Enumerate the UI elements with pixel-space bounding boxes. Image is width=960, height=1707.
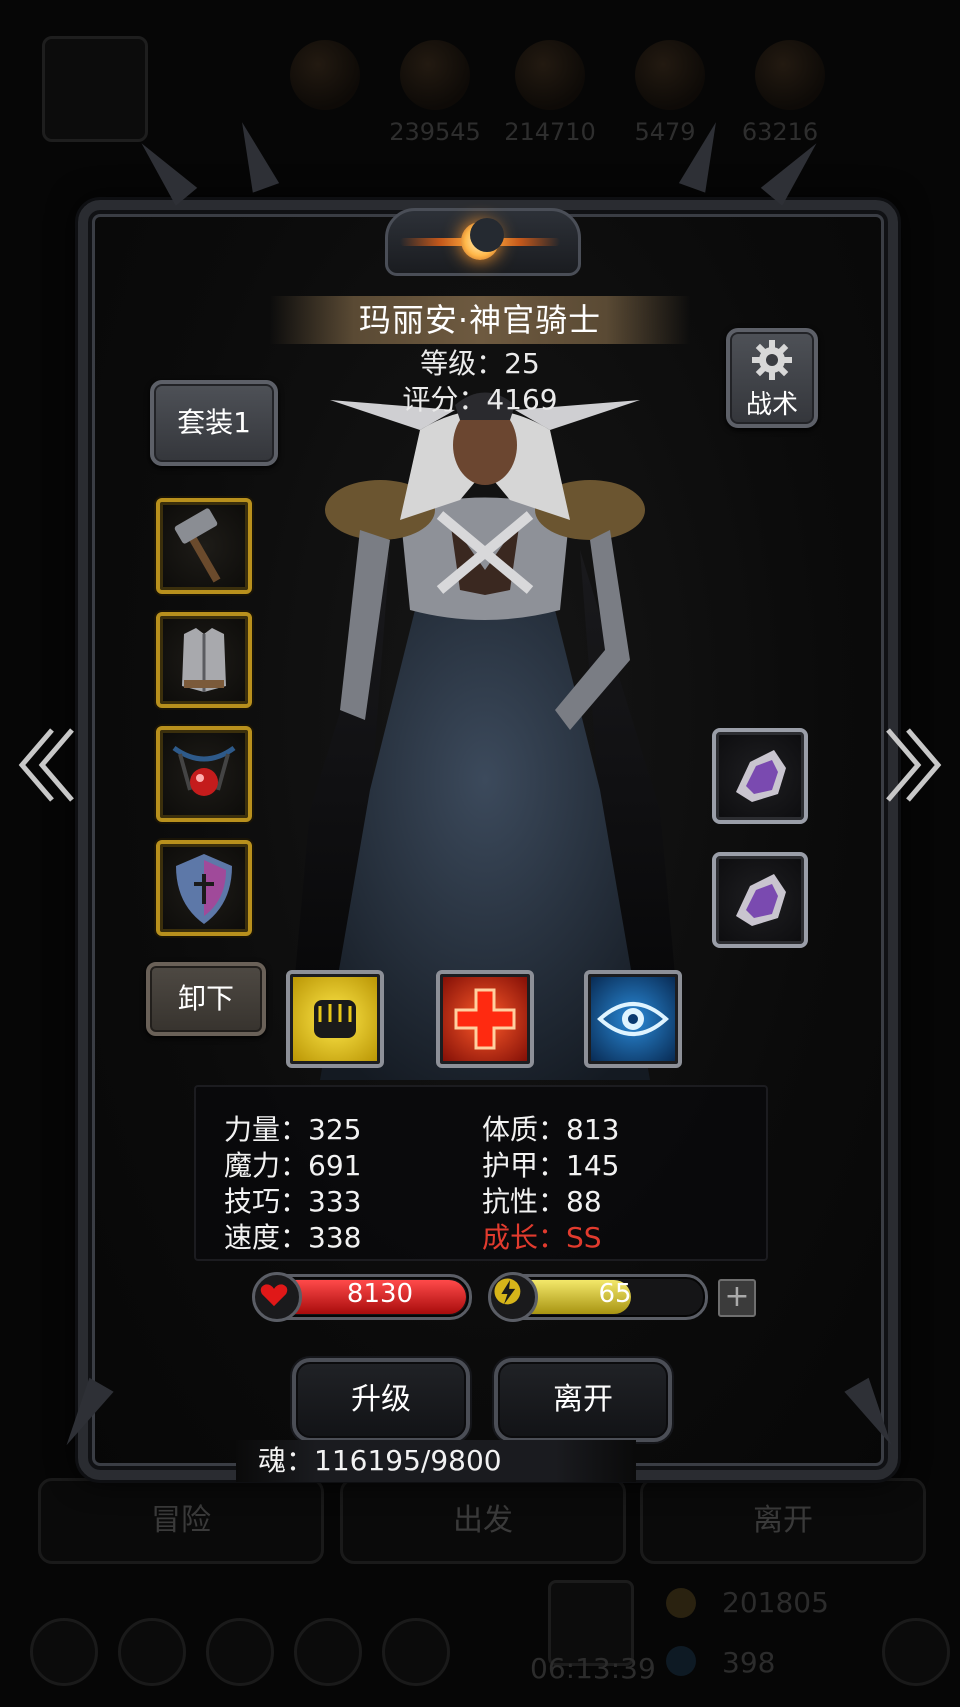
offhand-slot[interactable] — [156, 840, 252, 936]
skill-slot-3[interactable] — [584, 970, 682, 1068]
weapon-slot[interactable] — [156, 498, 252, 594]
background-resource-orb-icon — [400, 40, 470, 110]
background-timer: 06:13:39 — [530, 1652, 656, 1685]
crescent-moon-shadow — [470, 218, 504, 252]
character-level: 等级：25 — [420, 347, 540, 380]
stat-armor: 护甲：145 — [482, 1149, 620, 1182]
background-resource-orb-icon — [635, 40, 705, 110]
background-tab-leave: 离开 — [640, 1478, 926, 1564]
background-resource-value: 63216 — [741, 118, 819, 146]
amethyst-crystal-icon — [736, 874, 786, 926]
amulet-icon — [172, 745, 236, 796]
background-menu-circle — [30, 1618, 98, 1686]
upgrade-button[interactable]: 升级 — [292, 1358, 470, 1442]
tactics-label: 战术 — [745, 390, 798, 420]
background-gem-icon — [666, 1646, 696, 1676]
background-menu-circle — [294, 1618, 362, 1686]
fist-skill-icon — [314, 1000, 356, 1038]
background-menu-circle — [118, 1618, 186, 1686]
background-portrait-slot — [42, 36, 148, 142]
background-resource-orb-icon — [515, 40, 585, 110]
skill-slot-2[interactable] — [436, 970, 534, 1068]
heart-icon — [252, 1272, 302, 1322]
gem-slot-2[interactable] — [712, 852, 808, 948]
shield-icon — [176, 854, 232, 924]
background-menu-circle — [882, 1618, 950, 1686]
stat-growth: 成长：SS — [482, 1221, 602, 1254]
character-score: 评分：4169 — [402, 383, 558, 416]
stat-magic: 魔力：691 — [224, 1149, 362, 1182]
chest-armor-icon — [182, 628, 226, 692]
background-gold-icon — [666, 1588, 696, 1618]
add-energy-button[interactable]: + — [718, 1279, 756, 1317]
gear-icon — [750, 338, 794, 382]
soul-counter: 魂：116195/9800 — [258, 1444, 502, 1477]
tactics-button[interactable]: 战术 — [726, 328, 818, 428]
armor-slot[interactable] — [156, 612, 252, 708]
heal-cross-skill-icon — [454, 988, 516, 1050]
stat-strength: 力量：325 — [224, 1113, 362, 1146]
background-gold-value: 201805 — [722, 1586, 829, 1619]
lightning-icon — [488, 1272, 538, 1322]
unequip-button[interactable]: 卸下 — [146, 962, 266, 1036]
next-character-arrow-icon[interactable] — [878, 720, 948, 810]
stat-speed: 速度：338 — [224, 1221, 362, 1254]
background-resource-orb-icon — [755, 40, 825, 110]
leave-button[interactable]: 离开 — [494, 1358, 672, 1442]
stat-skill: 技巧：333 — [224, 1185, 362, 1218]
energy-value: 65 — [598, 1279, 632, 1309]
background-resource-value: 239545 — [389, 118, 481, 146]
background-gem-value: 398 — [722, 1646, 776, 1679]
eye-skill-icon — [597, 1002, 669, 1036]
amethyst-crystal-icon — [736, 750, 786, 802]
skill-slot-1[interactable] — [286, 970, 384, 1068]
background-menu-circle — [382, 1618, 450, 1686]
stat-constitution: 体质：813 — [482, 1113, 620, 1146]
hp-value: 8130 — [346, 1279, 414, 1309]
previous-character-arrow-icon[interactable] — [12, 720, 82, 810]
background-tab-adventure: 冒险 — [38, 1478, 324, 1564]
hammer-icon — [174, 508, 221, 583]
gem-slot-1[interactable] — [712, 728, 808, 824]
accessory-slot[interactable] — [156, 726, 252, 822]
background-resource-value: 214710 — [504, 118, 596, 146]
stat-resistance: 抗性：88 — [482, 1185, 602, 1218]
background-tab-depart: 出发 — [340, 1478, 626, 1564]
character-name: 玛丽安·神官骑士 — [270, 296, 690, 344]
background-resource-orb-icon — [290, 40, 360, 110]
background-menu-circle — [206, 1618, 274, 1686]
equipment-set-button[interactable]: 套装1 — [150, 380, 278, 466]
